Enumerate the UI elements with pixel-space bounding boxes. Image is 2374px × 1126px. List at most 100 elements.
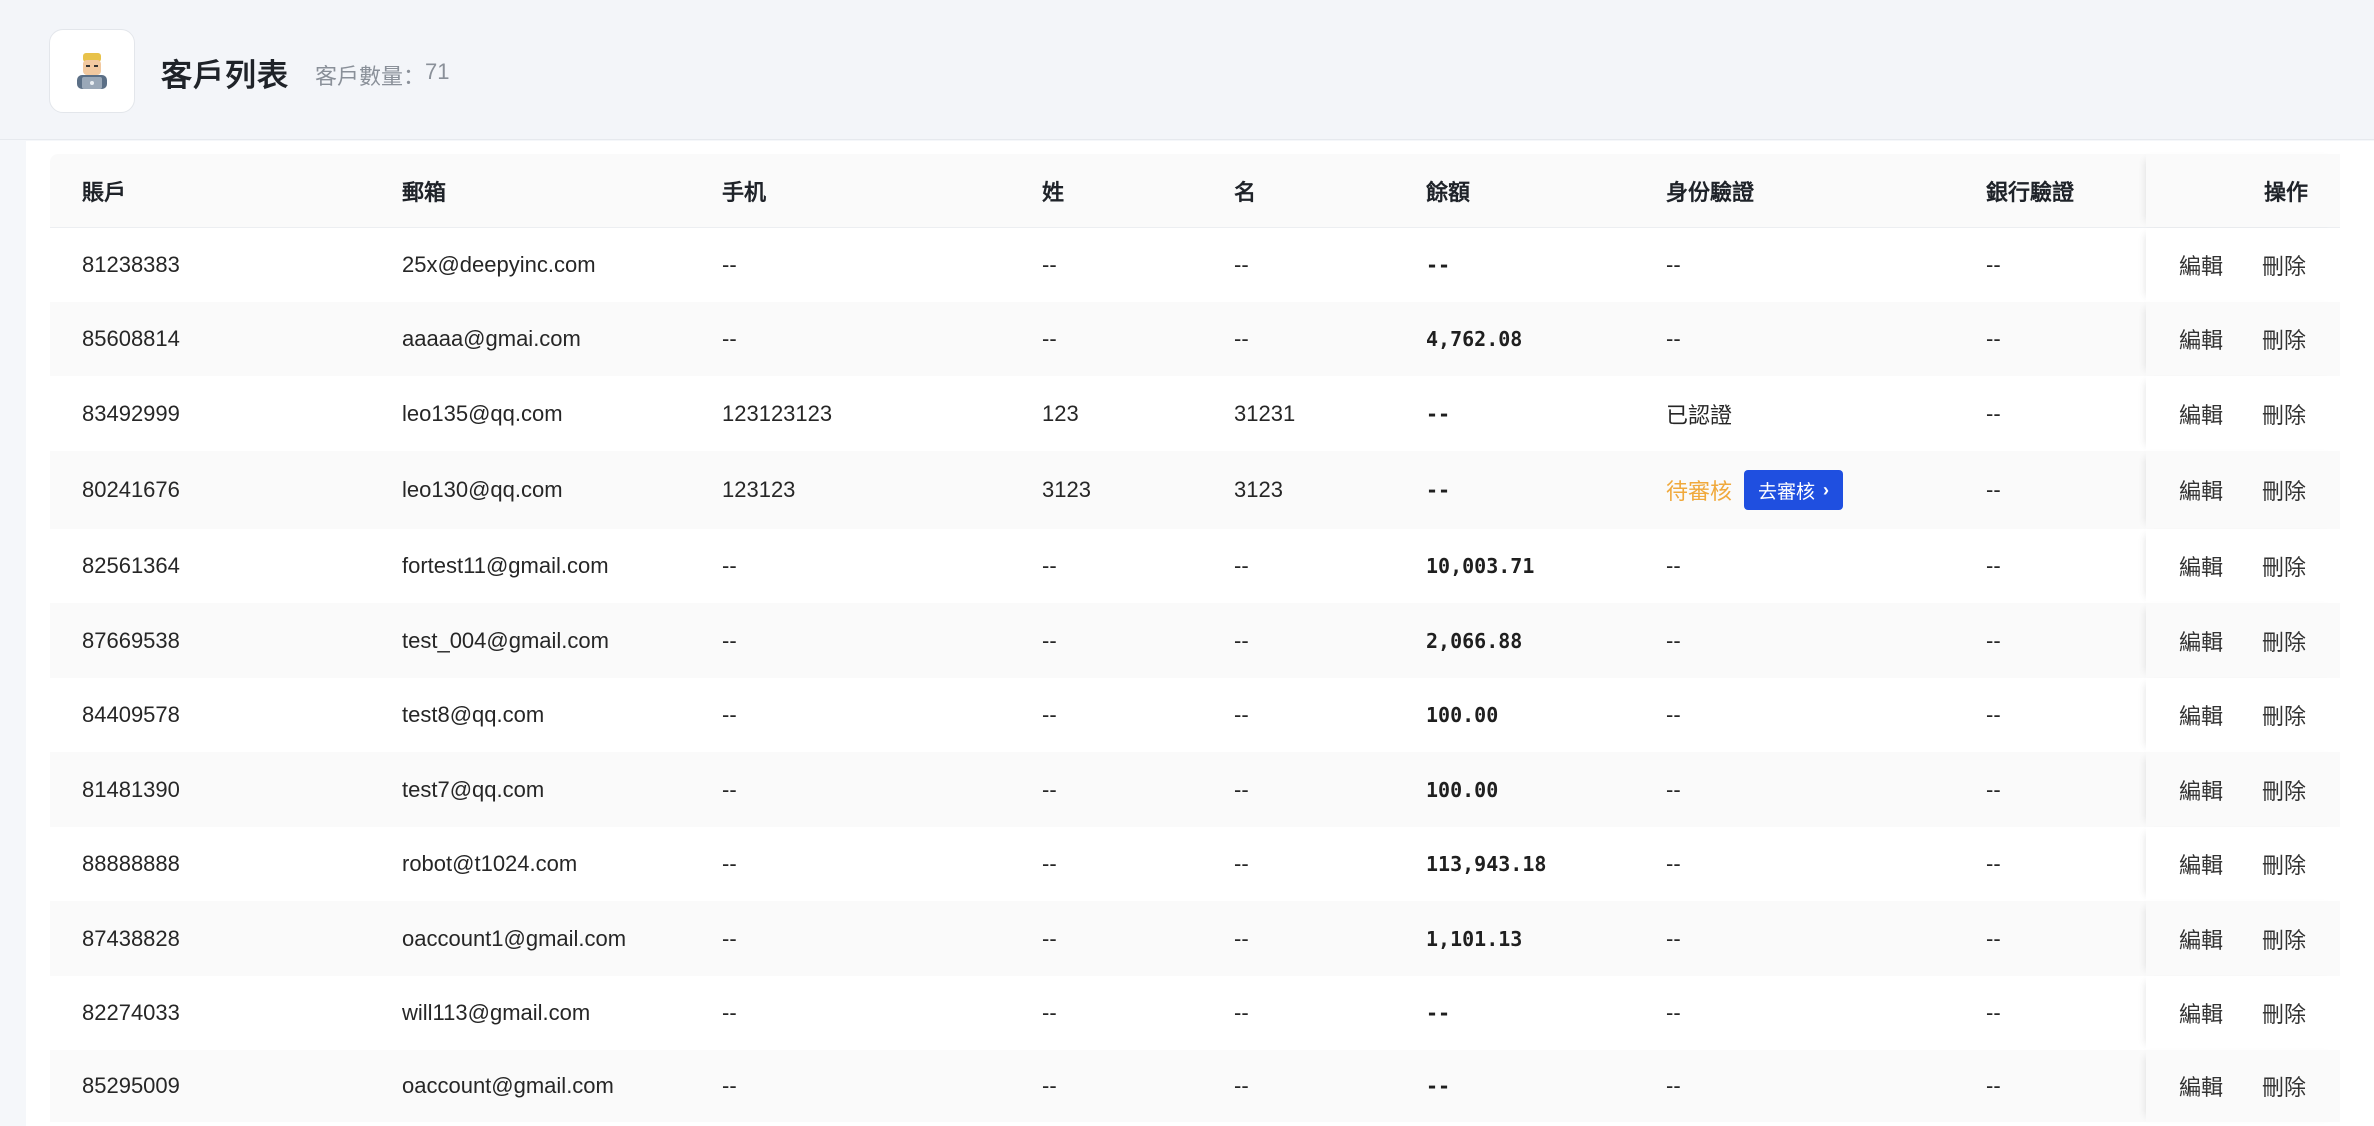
cell-last-name: -- — [1042, 627, 1057, 653]
edit-button[interactable]: 編輯 — [2179, 228, 2223, 302]
edit-button[interactable]: 編輯 — [2179, 302, 2223, 376]
cell-email: test_004@gmail.com — [402, 627, 609, 653]
cell-last-name: 123 — [1042, 400, 1079, 426]
edit-button[interactable]: 編輯 — [2179, 752, 2223, 827]
cell-bank-verification: -- — [1986, 702, 2001, 727]
cell-bank-verification: -- — [1986, 326, 2001, 351]
cell-first-name: -- — [1234, 851, 1249, 876]
cell-email: test7@qq.com — [402, 776, 545, 802]
cell-phone: -- — [722, 1000, 737, 1025]
delete-button[interactable]: 刪除 — [2262, 451, 2306, 529]
delete-button[interactable]: 刪除 — [2262, 901, 2306, 976]
cell-balance: 4,762.08 — [1426, 327, 1523, 351]
cell-email: leo130@qq.com — [402, 477, 563, 502]
status-pending: 待審核 — [1666, 479, 1733, 504]
cell-id-verification: -- — [1666, 1000, 1681, 1025]
cell-first-name: -- — [1234, 925, 1249, 951]
table-row: 80241676 leo130@qq.com 123123 3123 3123 -- 待審核… — [50, 451, 2340, 529]
delete-button[interactable]: 刪除 — [2262, 302, 2306, 376]
cell-phone: -- — [722, 326, 737, 351]
cell-last-name: -- — [1042, 851, 1057, 876]
delete-button[interactable]: 刪除 — [2262, 1050, 2306, 1122]
cell-balance: -- — [1426, 1074, 1451, 1098]
table-row: 85608814 aaaaa@gmai.com -- -- -- 4,762.08 -- --… — [50, 302, 2340, 376]
cell-account: 85608814 — [82, 326, 180, 351]
cell-balance: 1,101.13 — [1426, 926, 1523, 951]
table-row: 87438828 oaccount1@gmail.com -- -- -- 1,101.1… — [50, 901, 2340, 976]
cell-account: 83492999 — [82, 400, 180, 426]
edit-button[interactable]: 編輯 — [2179, 603, 2223, 678]
column-header-phone: 手机 — [722, 179, 767, 205]
cell-email: oaccount@gmail.com — [402, 1073, 614, 1098]
cell-last-name: -- — [1042, 1000, 1057, 1025]
delete-button[interactable]: 刪除 — [2262, 678, 2306, 752]
row-actions: 編輯 刪除 — [2146, 827, 2340, 901]
avatar — [49, 29, 135, 113]
delete-button[interactable]: 刪除 — [2262, 529, 2306, 603]
cell-email: fortest11@gmail.com — [402, 553, 609, 578]
edit-button[interactable]: 編輯 — [2179, 976, 2223, 1050]
cell-balance: 2,066.88 — [1426, 628, 1523, 653]
cell-id-verification: -- — [1666, 252, 1681, 277]
delete-button[interactable]: 刪除 — [2262, 827, 2306, 901]
edit-button[interactable]: 編輯 — [2179, 901, 2223, 976]
cell-id-verification: -- — [1666, 851, 1681, 876]
row-actions: 編輯 刪除 — [2146, 678, 2340, 752]
cell-phone: -- — [722, 553, 737, 578]
edit-button[interactable]: 編輯 — [2179, 529, 2223, 603]
cell-id-verification: -- — [1666, 326, 1681, 351]
cell-last-name: -- — [1042, 326, 1057, 351]
edit-button[interactable]: 編輯 — [2179, 451, 2223, 529]
cell-balance: -- — [1426, 401, 1451, 426]
cell-account: 80241676 — [82, 477, 180, 502]
cell-last-name: 3123 — [1042, 477, 1091, 502]
review-button[interactable]: 去審核 › — [1744, 470, 1844, 510]
edit-button[interactable]: 編輯 — [2179, 1050, 2223, 1122]
delete-button[interactable]: 刪除 — [2262, 376, 2306, 451]
table-row: 87669538 test_004@gmail.com -- -- -- 2,066.88… — [50, 603, 2340, 678]
column-header-id-verification: 身份驗證 — [1666, 179, 1755, 205]
cell-id-verification: -- — [1666, 702, 1681, 727]
page-header: 客戶列表 客戶數量： 71 — [0, 0, 2374, 140]
delete-button[interactable]: 刪除 — [2262, 603, 2306, 678]
cell-email: aaaaa@gmai.com — [402, 326, 581, 351]
cell-balance: 10,003.71 — [1426, 554, 1535, 578]
content-panel: 賬戶 郵箱 手机 姓 名 餘額 身份驗證 銀行驗證 操作 81238383 25x… — [26, 141, 2374, 1126]
cell-phone: 123123123 — [722, 400, 833, 426]
cell-account: 88888888 — [82, 851, 180, 876]
edit-button[interactable]: 編輯 — [2179, 678, 2223, 752]
cell-phone: -- — [722, 851, 737, 876]
column-header-account: 賬戶 — [82, 179, 127, 205]
cell-balance: 100.00 — [1426, 703, 1499, 727]
cell-first-name: -- — [1234, 326, 1249, 351]
review-button-label: 去審核 — [1758, 481, 1816, 503]
row-actions: 編輯 刪除 — [2146, 228, 2340, 302]
cell-first-name: -- — [1234, 553, 1249, 578]
cell-balance: -- — [1426, 1001, 1451, 1025]
cell-account: 81238383 — [82, 252, 180, 277]
cell-phone: -- — [722, 252, 737, 277]
delete-button[interactable]: 刪除 — [2262, 228, 2306, 302]
cell-email: leo135@qq.com — [402, 400, 563, 426]
cell-phone: -- — [722, 702, 737, 727]
delete-button[interactable]: 刪除 — [2262, 976, 2306, 1050]
edit-button[interactable]: 編輯 — [2179, 827, 2223, 901]
cell-phone: -- — [722, 627, 737, 653]
column-header-email: 郵箱 — [402, 179, 447, 205]
cell-first-name: 3123 — [1234, 477, 1283, 502]
row-actions: 編輯 刪除 — [2146, 752, 2340, 827]
row-actions: 編輯 刪除 — [2146, 302, 2340, 376]
edit-button[interactable]: 編輯 — [2179, 376, 2223, 451]
user-avatar-icon — [77, 53, 107, 89]
cell-balance: 113,943.18 — [1426, 852, 1547, 876]
cell-account: 81481390 — [82, 776, 180, 802]
row-actions: 編輯 刪除 — [2146, 1050, 2340, 1122]
row-actions: 編輯 刪除 — [2146, 376, 2340, 451]
table-row: 85295009 oaccount@gmail.com -- -- -- -- -- -- 編輯… — [50, 1050, 2340, 1122]
cell-id-verification: -- — [1666, 925, 1681, 951]
cell-email: robot@t1024.com — [402, 851, 578, 876]
delete-button[interactable]: 刪除 — [2262, 752, 2306, 827]
column-header-actions-cell: 操作 — [2146, 154, 2340, 227]
cell-balance: -- — [1426, 253, 1451, 277]
cell-email: 25x@deepyinc.com — [402, 252, 596, 277]
